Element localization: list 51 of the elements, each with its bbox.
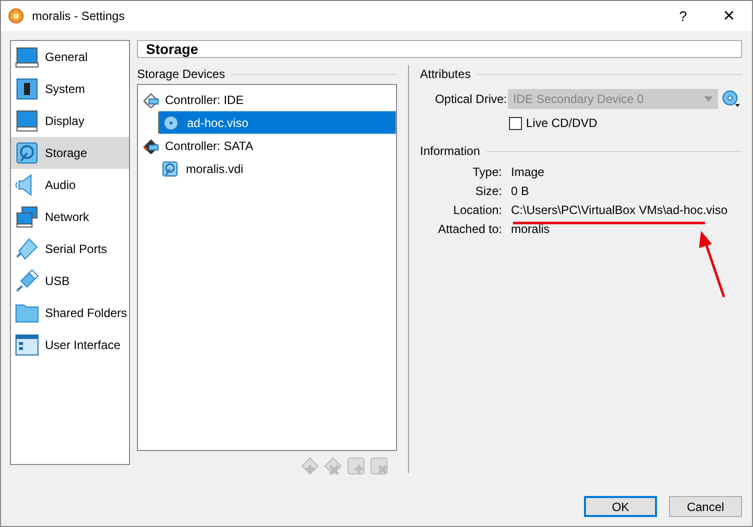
- close-button[interactable]: ×: [706, 1, 752, 31]
- info-value: Image: [511, 164, 544, 178]
- info-value: 0 B: [511, 184, 530, 198]
- arrow-annotation: [699, 231, 726, 298]
- info-label: Type:: [472, 164, 502, 178]
- sidebar-item[interactable]: User Interface: [11, 329, 129, 361]
- tree-item[interactable]: Controller: SATA: [138, 134, 396, 157]
- sidebar-item[interactable]: System: [11, 73, 129, 105]
- disc-icon[interactable]: [722, 90, 740, 108]
- checkbox-label: Live CD/DVD: [526, 116, 598, 130]
- info-value: moralis: [511, 222, 550, 236]
- section-heading: Storage Devices: [137, 67, 226, 81]
- sidebar-item[interactable]: Display: [11, 105, 129, 137]
- section-heading: Attributes: [420, 67, 471, 81]
- serial-port-icon: [15, 237, 39, 261]
- add-controller-icon[interactable]: [301, 457, 319, 475]
- info-label: Location:: [452, 202, 502, 216]
- tree-item[interactable]: ad-hoc.viso: [158, 111, 396, 134]
- field-label: Optical Drive:: [434, 92, 508, 106]
- window-icon: [15, 333, 39, 357]
- window-title: moralis - Settings: [32, 9, 125, 23]
- sidebar-item[interactable]: Network: [11, 201, 129, 233]
- network-icon: [15, 205, 39, 229]
- chip-icon: [15, 77, 39, 101]
- remove-attachment-icon[interactable]: [370, 457, 388, 475]
- section-heading: Information: [420, 144, 480, 158]
- caret-icon: [704, 96, 713, 102]
- cancel-button[interactable]: Cancel: [669, 496, 742, 517]
- checkbox[interactable]: [509, 116, 522, 130]
- sidebar-item[interactable]: Shared Folders: [11, 297, 129, 329]
- disc-icon: [163, 114, 179, 130]
- sidebar-item[interactable]: General: [11, 41, 129, 73]
- sidebar-item[interactable]: Serial Ports: [11, 233, 129, 265]
- sidebar-item[interactable]: Audio: [11, 169, 129, 201]
- tree-item[interactable]: Controller: IDE: [138, 88, 396, 111]
- usb-icon: [15, 269, 39, 293]
- remove-controller-icon[interactable]: [324, 457, 342, 475]
- ok-button[interactable]: OK: [584, 496, 657, 517]
- sidebar-item[interactable]: Storage: [11, 137, 129, 169]
- info-label: Size:: [474, 184, 502, 198]
- monitor-icon: [15, 109, 39, 133]
- controller-icon: [143, 138, 159, 154]
- controller-icon: [143, 92, 159, 108]
- info-value: C:\Users\PC\VirtualBox VMs\ad-hoc.viso: [511, 202, 728, 216]
- add-attachment-icon[interactable]: [347, 457, 365, 475]
- monitor-icon: [15, 45, 39, 69]
- sidebar-item[interactable]: USB: [11, 265, 129, 297]
- info-label: Attached to:: [436, 222, 502, 236]
- tree-item[interactable]: moralis.vdi: [158, 157, 396, 180]
- help-button[interactable]: ?: [660, 1, 706, 31]
- page-header: Storage: [137, 40, 742, 58]
